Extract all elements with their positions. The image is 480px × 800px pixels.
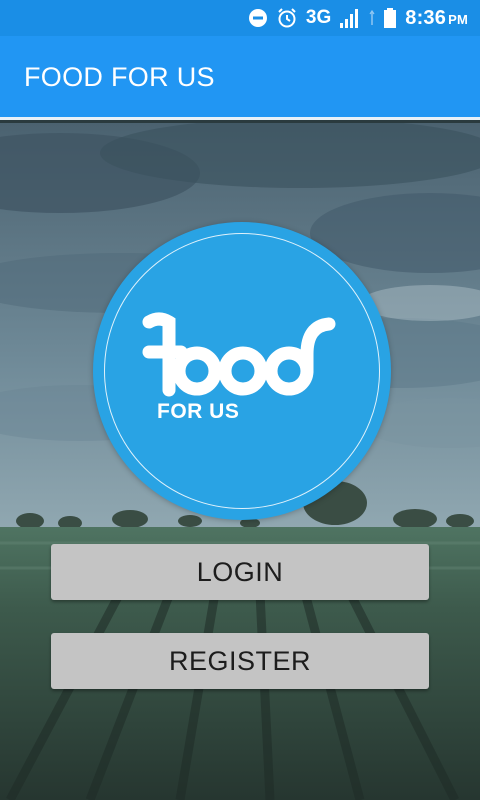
clock-ampm: PM bbox=[448, 11, 468, 27]
login-button[interactable]: LOGIN bbox=[51, 544, 429, 600]
food-logo-icon bbox=[142, 312, 336, 397]
app-bar: FOOD FOR US bbox=[0, 36, 480, 120]
battery-icon bbox=[383, 7, 397, 29]
clock-time: 8:36 bbox=[405, 6, 447, 29]
do-not-disturb-icon bbox=[248, 8, 268, 28]
app-title: FOOD FOR US bbox=[24, 62, 215, 92]
logo-subtitle: FOR US bbox=[157, 400, 240, 423]
status-icons: 3G 8:36 PM bbox=[248, 0, 468, 36]
register-button[interactable]: REGISTER bbox=[51, 633, 429, 689]
data-arrows-icon bbox=[369, 7, 375, 29]
alarm-icon bbox=[276, 7, 298, 29]
clock: 8:36 PM bbox=[405, 7, 468, 30]
status-bar: 3G 8:36 PM bbox=[0, 0, 480, 36]
network-type: 3G bbox=[305, 7, 332, 28]
signal-icon bbox=[339, 7, 361, 29]
